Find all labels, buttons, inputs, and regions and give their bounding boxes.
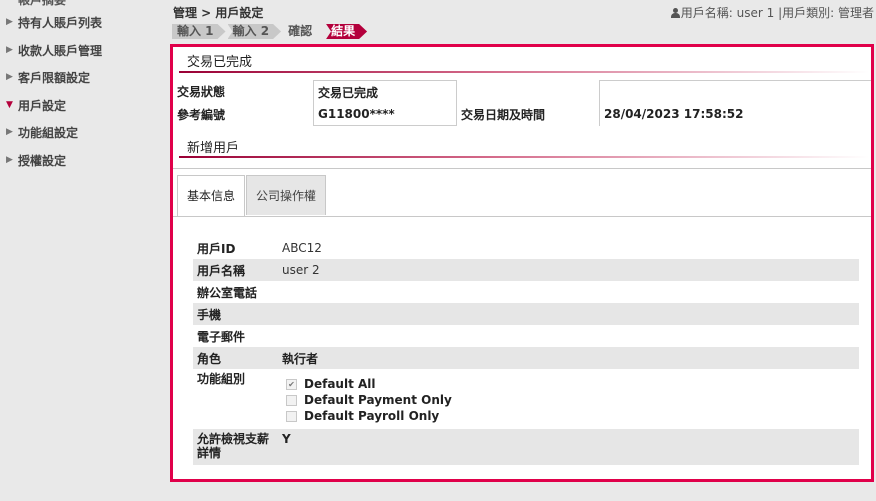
user-info: 用戶名稱: user 1 |用戶類別: 管理者: [670, 4, 874, 21]
triangle-right-icon: ▶: [6, 45, 13, 55]
result-panel: 交易已完成 交易狀態 交易已完成 參考編號 G11800**** 交易日期及時間…: [170, 44, 874, 482]
sidebar-item-label: 用戶設定: [18, 98, 67, 113]
breadcrumb: 管理 > 用戶設定: [173, 6, 264, 20]
sidebar-item-label: 客戶限額設定: [18, 70, 91, 85]
row-mobile: 手機: [193, 303, 859, 325]
sidebar-item-label: 持有人賬戶列表: [18, 15, 103, 30]
row-function-groups: 功能組別 ✔ Default All Default Payment Only …: [193, 369, 859, 429]
step-input-1: 輸入 1: [172, 24, 226, 39]
new-user-title: 新增用戶: [187, 141, 240, 156]
checkbox-default-payroll-only: Default Payroll Only: [282, 408, 452, 424]
new-user-divider: [179, 156, 869, 158]
ref-value: G11800****: [313, 103, 457, 126]
sidebar-item-label: 功能組設定: [18, 125, 79, 140]
sidebar-item-client-limits[interactable]: ▶ 客戶限額設定: [6, 68, 90, 86]
status-value: 交易已完成: [313, 80, 457, 103]
user-icon: [670, 8, 680, 18]
sidebar-item-authorization[interactable]: ▶ 授權設定: [6, 151, 66, 169]
step-result: 結果: [326, 24, 367, 39]
checkbox-checked-icon: ✔: [286, 378, 297, 390]
checkbox-unchecked-icon: [286, 394, 297, 406]
result-title: 交易已完成: [187, 55, 253, 70]
sidebar-item-label: 授權設定: [18, 153, 67, 168]
triangle-right-icon: ▶: [6, 127, 13, 137]
sidebar-item-holder-accounts[interactable]: ▶ 持有人賬戶列表: [6, 13, 102, 31]
row-email: 電子郵件: [197, 329, 246, 344]
step-input-2: 輸入 2: [228, 24, 282, 39]
sidebar-item-account-summary-label[interactable]: 帳戶摘要: [18, 0, 66, 8]
user-detail-list: 用戶ID ABC12 用戶名稱 user 2 辦公室電話 手機 電子郵件 角色 …: [193, 237, 859, 465]
row-office-phone: 辦公室電話: [197, 285, 258, 300]
datetime-value: 28/04/2023 17:58:52: [599, 103, 871, 126]
row-role: 角色 執行者: [193, 347, 859, 369]
result-info-table: 交易狀態 交易已完成 參考編號 G11800**** 交易日期及時間 28/04…: [173, 80, 871, 126]
row-user-name: 用戶名稱 user 2: [193, 259, 859, 281]
triangle-right-icon: ▶: [6, 155, 13, 165]
function-group-checklist: ✔ Default All Default Payment Only Defau…: [282, 372, 452, 426]
sidebar-item-label: 收款人賬戶管理: [18, 43, 103, 58]
triangle-right-icon: ▶: [6, 17, 13, 27]
user-name-label: 用戶名稱: user 1: [680, 6, 775, 20]
sidebar: 帳戶摘要 ▶ 持有人賬戶列表 ▶ 收款人賬戶管理 ▶ 客戶限額設定 ▼ 用戶設定…: [0, 0, 168, 501]
triangle-right-icon: ▶: [6, 72, 13, 82]
tab-company-permissions[interactable]: 公司操作權: [246, 175, 327, 215]
tab-bar: 基本信息 公司操作權: [173, 168, 871, 217]
triangle-down-icon: ▼: [6, 100, 13, 110]
checkbox-default-payment-only: Default Payment Only: [282, 392, 452, 408]
sidebar-item-function-groups[interactable]: ▶ 功能組設定: [6, 123, 78, 141]
row-user-id: 用戶ID ABC12: [197, 241, 322, 256]
checkbox-default-all: ✔ Default All: [282, 376, 452, 392]
status-label: 交易狀態: [177, 85, 226, 100]
sidebar-item-user-settings[interactable]: ▼ 用戶設定: [6, 96, 66, 114]
user-type-label: 用戶類別: 管理者: [782, 6, 874, 20]
step-confirm: 確認: [288, 24, 313, 38]
tab-basic-info[interactable]: 基本信息: [177, 175, 246, 216]
row-view-payroll: 允許檢視支薪詳情 Y: [193, 429, 859, 465]
checkbox-unchecked-icon: [286, 410, 297, 422]
title-divider: [179, 71, 869, 73]
ref-label: 參考編號: [177, 107, 226, 122]
sidebar-item-payee-management[interactable]: ▶ 收款人賬戶管理: [6, 41, 102, 59]
step-indicator: 輸入 1 輸入 2 確認 結果: [172, 24, 369, 39]
datetime-label: 交易日期及時間: [456, 103, 600, 126]
